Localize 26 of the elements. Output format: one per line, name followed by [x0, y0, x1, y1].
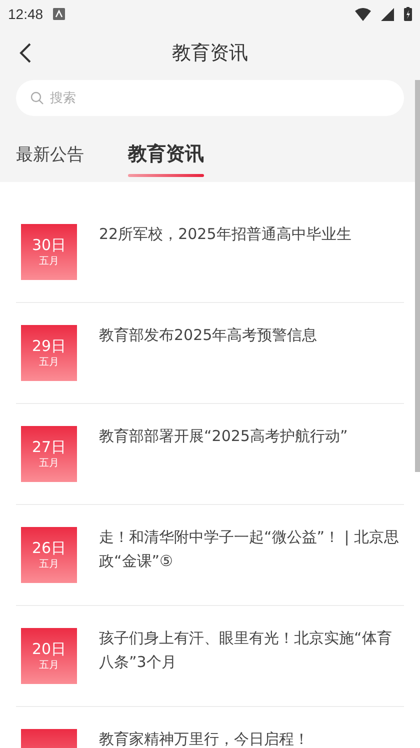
month-label: 五月 [39, 558, 59, 572]
article-title[interactable]: 教育家精神万里行，今日启程！ [99, 727, 309, 748]
day-label: 26日 [32, 538, 66, 558]
day-label: 30日 [32, 235, 66, 255]
wifi-icon [355, 8, 371, 20]
article-title[interactable]: 走！和清华附中学子一起“微公益”！ | 北京思政“金课”⑤ [99, 525, 404, 583]
battery-icon [404, 7, 412, 21]
signal-icon [381, 8, 394, 20]
page-title: 教育资讯 [172, 41, 248, 66]
article-title[interactable]: 教育部部署开展“2025高考护航行动” [99, 424, 348, 482]
tab[interactable]: 最新公告 [16, 134, 84, 174]
day-label: 27日 [32, 437, 66, 457]
month-label: 五月 [39, 457, 59, 471]
month-label: 五月 [39, 356, 59, 370]
search-icon [30, 91, 44, 105]
article-title[interactable]: 孩子们身上有汗、眼里有光！北京实施“体育八条”3个月 [99, 626, 404, 684]
search-field[interactable]: 搜索 [16, 80, 404, 116]
month-label: 五月 [39, 255, 59, 269]
article-title[interactable]: 22所军校，2025年招普通高中毕业生 [99, 222, 352, 280]
tab[interactable]: 教育资讯 [128, 133, 204, 175]
day-label: 29日 [32, 336, 66, 356]
month-label: 五月 [39, 659, 59, 673]
status-time: 12:48 [8, 6, 44, 22]
notification-icon [53, 8, 66, 20]
day-label: 20日 [32, 639, 66, 659]
article-title[interactable]: 教育部发布2025年高考预警信息 [99, 323, 318, 381]
